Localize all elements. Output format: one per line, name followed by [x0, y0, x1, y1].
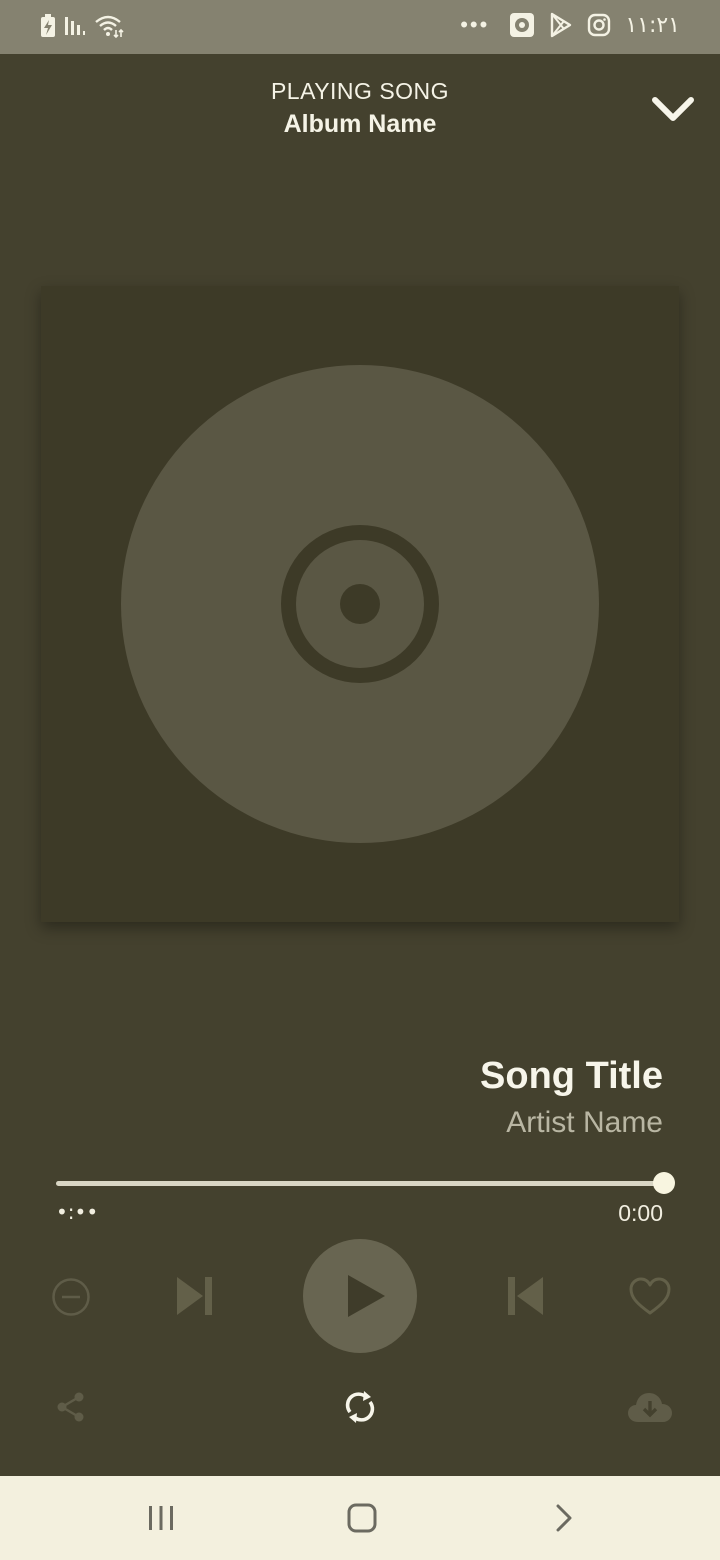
share-icon — [57, 1392, 84, 1422]
download-button[interactable] — [627, 1390, 673, 1424]
collapse-button[interactable] — [646, 88, 700, 132]
progress-bar[interactable] — [56, 1181, 664, 1186]
back-button[interactable] — [534, 1494, 594, 1542]
song-title: Song Title — [480, 1055, 663, 1097]
play-store-icon — [551, 12, 572, 38]
disc-icon — [121, 365, 599, 843]
play-icon — [348, 1275, 385, 1317]
remove-circle-icon — [52, 1278, 90, 1316]
signal-icon — [65, 17, 85, 35]
notification-app-icon — [510, 13, 535, 37]
repeat-button[interactable] — [342, 1388, 378, 1426]
home-icon — [347, 1503, 377, 1533]
progress-fill — [56, 1181, 664, 1186]
next-button[interactable] — [174, 1274, 216, 1318]
elapsed-time: •:•• — [56, 1200, 99, 1224]
status-bar-right: ••• ١١:٢١ — [460, 12, 680, 38]
repeat-icon — [345, 1391, 375, 1423]
battery-charging-icon — [41, 14, 55, 37]
recent-apps-icon — [149, 1506, 173, 1530]
wifi-icon — [95, 15, 124, 38]
status-bar: ••• ١١:٢١ — [0, 0, 720, 54]
now-playing-label: PLAYING SONG — [270, 78, 450, 104]
artist-name: Artist Name — [506, 1106, 663, 1139]
skip-next-icon — [177, 1277, 212, 1315]
previous-button[interactable] — [504, 1274, 546, 1318]
home-button[interactable] — [332, 1494, 392, 1542]
album-name: Album Name — [283, 110, 437, 138]
like-button[interactable] — [628, 1276, 672, 1318]
status-bar-left — [40, 14, 124, 38]
heart-icon — [629, 1277, 671, 1315]
back-icon — [556, 1504, 572, 1532]
chevron-down-icon — [652, 97, 694, 121]
total-time: 0:00 — [618, 1200, 663, 1226]
share-button[interactable] — [56, 1392, 86, 1422]
cloud-download-icon — [628, 1393, 672, 1422]
status-time: ١١:٢١ — [625, 12, 680, 38]
play-button[interactable] — [303, 1239, 417, 1353]
system-nav-bar — [0, 1476, 720, 1560]
recent-apps-button[interactable] — [131, 1494, 191, 1542]
progress-thumb[interactable] — [653, 1172, 675, 1194]
overflow-dots: ••• — [460, 12, 490, 37]
album-artwork — [41, 286, 679, 922]
skip-previous-icon — [508, 1277, 543, 1315]
instagram-icon — [588, 13, 611, 37]
remove-button[interactable] — [50, 1276, 92, 1318]
